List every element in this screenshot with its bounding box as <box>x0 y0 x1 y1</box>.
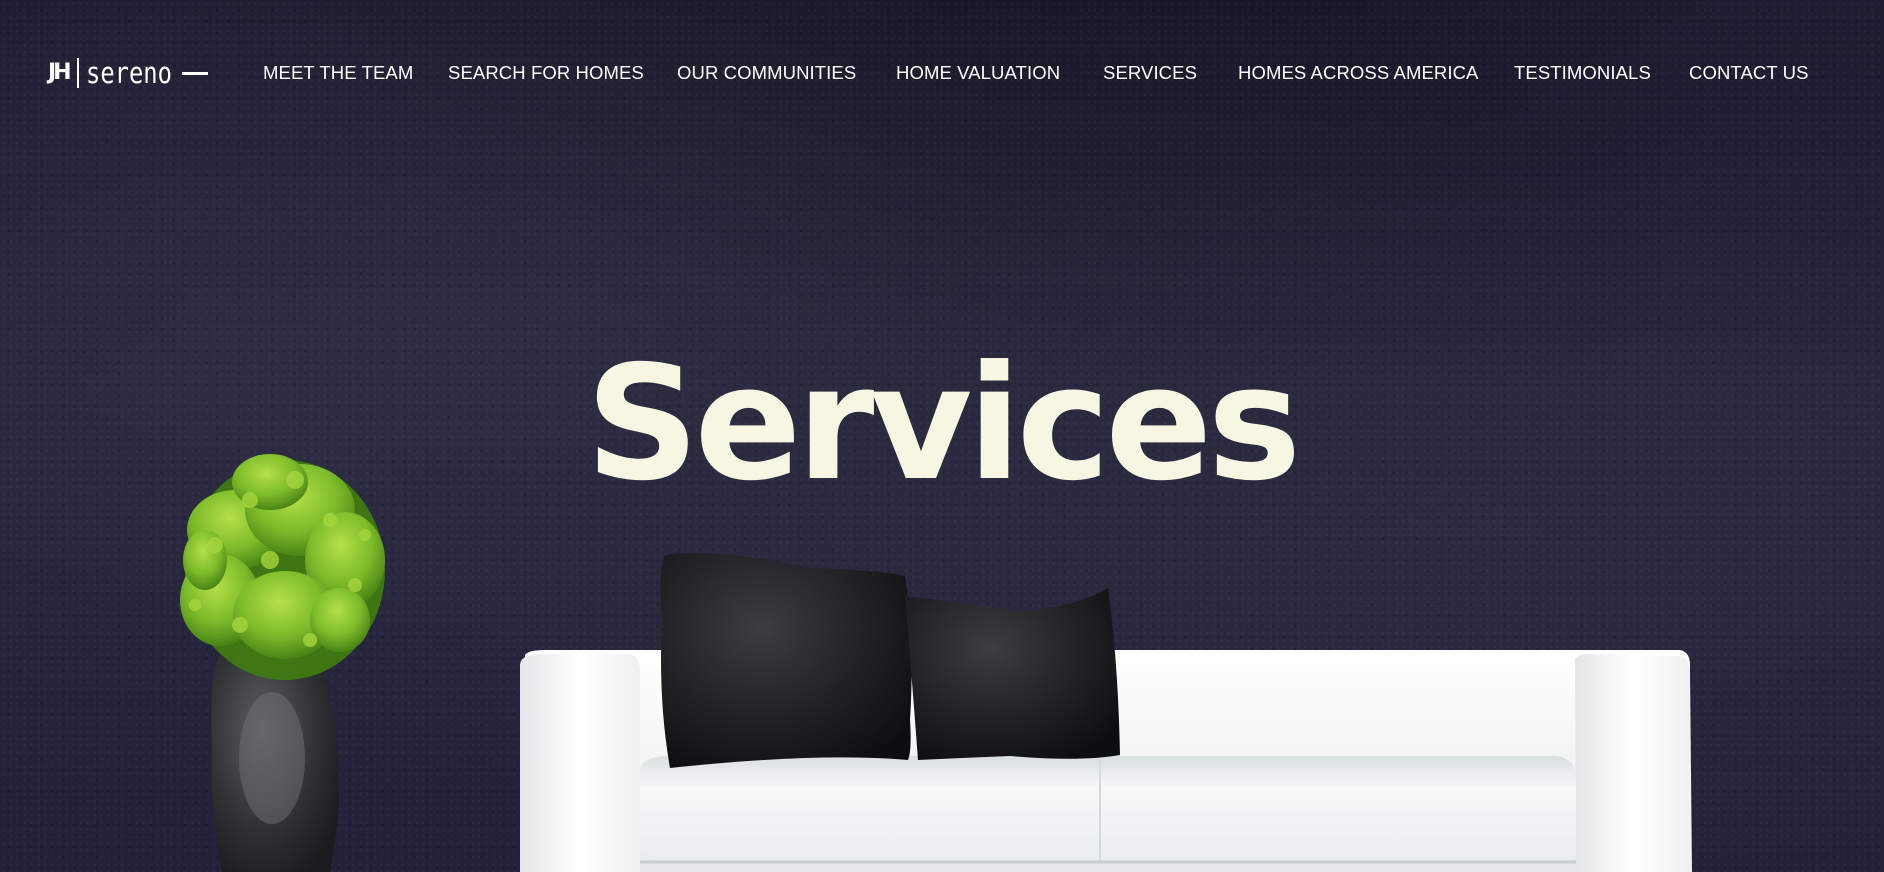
nav-item-search-for-homes[interactable]: SEARCH FOR HOMES <box>448 62 644 84</box>
nav-item-services[interactable]: SERVICES <box>1103 62 1197 84</box>
pillow-left <box>660 553 912 768</box>
nav-item-home-valuation[interactable]: HOME VALUATION <box>896 62 1060 84</box>
nav-item-testimonials[interactable]: TESTIMONIALS <box>1514 62 1651 84</box>
page-title: Services <box>0 345 1884 503</box>
nav-item-our-communities[interactable]: OUR COMMUNITIES <box>677 62 856 84</box>
logo-wordmark: sereno <box>85 55 172 90</box>
logo-monogram: JH <box>48 60 72 85</box>
page-title-text: Services <box>585 332 1302 516</box>
nav-item-meet-the-team[interactable]: MEET THE TEAM <box>263 62 413 84</box>
logo-divider <box>76 58 79 88</box>
pillow-right <box>905 588 1120 760</box>
nav-item-homes-across-america[interactable]: HOMES ACROSS AMERICA <box>1238 62 1479 84</box>
site-header: JH sereno MEET THE TEAM SEARCH FOR HOMES… <box>0 0 1884 150</box>
nav-item-contact-us[interactable]: CONTACT US <box>1689 62 1809 84</box>
logo-dash <box>182 71 209 75</box>
site-logo[interactable]: JH sereno <box>48 55 209 90</box>
